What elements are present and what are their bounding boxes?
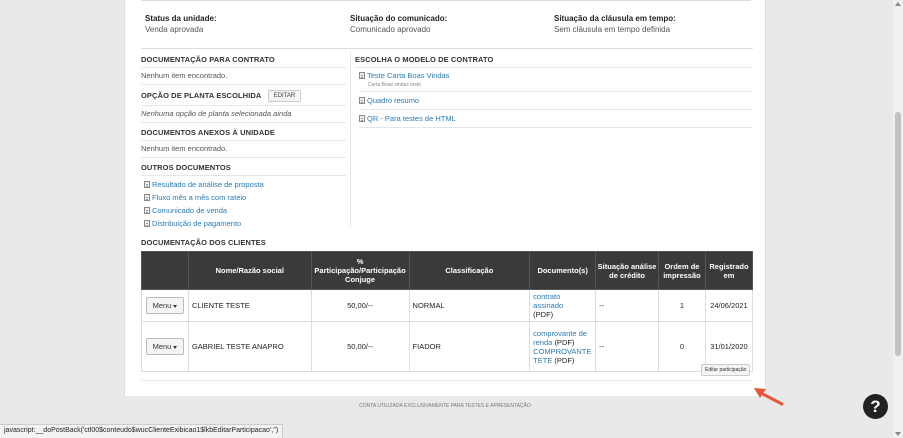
outros-doc-link[interactable]: Fluxo mês a mês com rateio (144, 193, 346, 202)
table-header: Nome/Razão social (187, 251, 312, 290)
outros-doc-link[interactable]: Comunicado de venda (144, 206, 346, 215)
document-link[interactable]: contrato assinado (533, 292, 563, 310)
status-clausula: Situação da cláusula em tempo: Sem cláus… (554, 14, 676, 34)
status-unidade-value: Venda aprovada (145, 25, 204, 34)
scroll-up-icon[interactable] (895, 2, 901, 6)
modelo-list: Teste Carta Boas Vindas Carta Boas vinda… (355, 71, 753, 128)
cell-documentos: comprovante de renda (PDF) COMPROVANTE TE… (529, 321, 597, 372)
editar-participacao-button[interactable]: Editar participação (701, 364, 751, 376)
cell-classificacao: NORMAL (408, 289, 531, 322)
clientes-table: Nome/Razão social % Participação/Partici… (141, 251, 754, 372)
status-comunicado: Situação do comunicado: Comunicado aprov… (350, 14, 447, 34)
table-row: Menu CLIENTE TESTE 50,00/-- NORMAL contr… (141, 289, 754, 322)
modelo-link[interactable]: QR - Para testes de HTML (359, 114, 753, 123)
cell-ordem: 1 (657, 289, 706, 322)
table-row: Menu GABRIEL TESTE ANAPRO 50,00/-- FIADO… (141, 321, 754, 372)
cell-participacao: 50,00/-- (310, 321, 410, 372)
modelo-note: Carta Boas vindas teste (368, 82, 422, 88)
cell-registrado: 24/06/2021 (704, 289, 754, 322)
planta-title: OPÇÃO DE PLANTA ESCOLHIDA (141, 91, 262, 101)
top-divider (141, 0, 751, 1)
scroll-thumb[interactable] (895, 112, 901, 356)
document-icon (359, 97, 365, 104)
left-column: DOCUMENTAÇÃO PARA CONTRATO Nenhum item e… (141, 55, 346, 232)
help-button[interactable]: ? (863, 394, 888, 419)
document-icon (359, 72, 365, 79)
cell-participacao: 50,00/-- (310, 289, 410, 322)
outros-list: Resultado de análise de proposta Fluxo m… (141, 180, 346, 228)
column-divider (350, 52, 351, 227)
document-icon (144, 220, 150, 227)
doc-contrato-empty: Nenhum item encontrado. (141, 71, 228, 80)
table-header: Classificação (408, 251, 531, 290)
editar-planta-button[interactable]: EDITAR (267, 90, 302, 102)
divider (141, 380, 753, 381)
anexos-empty: Nenhum item encontrado. (141, 144, 228, 153)
browser-status-bar: javascript:__doPostBack('ctl00$conteudo$… (0, 424, 284, 438)
planta-header: OPÇÃO DE PLANTA ESCOLHIDA EDITAR (141, 90, 346, 102)
document-icon (144, 181, 150, 188)
row-menu-button[interactable]: Menu (145, 338, 185, 355)
table-header: Registrado em (704, 251, 754, 290)
right-column: ESCOLHA O MODELO DE CONTRATO Teste Carta… (355, 55, 753, 132)
outros-doc-link[interactable]: Resultado de análise de proposta (144, 180, 346, 189)
modelo-title: ESCOLHA O MODELO DE CONTRATO (355, 55, 494, 64)
status-clausula-value: Sem cláusula em tempo definida (554, 25, 671, 34)
modelo-link[interactable]: Quadro resumo (359, 96, 753, 105)
row-menu-button[interactable]: Menu (145, 297, 185, 314)
table-header (141, 251, 189, 290)
planta-empty: Nenhuma opção de planta selecionada aind… (141, 109, 292, 118)
caret-down-icon (173, 304, 178, 308)
cell-situacao: -- (595, 289, 659, 322)
scroll-down-icon[interactable] (895, 432, 901, 436)
anexos-title: DOCUMENTOS ANEXOS À UNIDADE (141, 128, 275, 137)
status-comunicado-label: Situação do comunicado: (350, 14, 448, 23)
status-comunicado-value: Comunicado aprovado (350, 25, 431, 34)
document-icon (144, 194, 150, 201)
cell-situacao: -- (595, 321, 659, 372)
outros-doc-link[interactable]: Distribuição de pagamento (144, 219, 346, 228)
status-row: Status da unidade: Venda aprovada Situaç… (141, 14, 753, 44)
document-icon (359, 115, 365, 122)
cell-documentos: contrato assinado (PDF) (529, 289, 597, 322)
status-unidade: Status da unidade: Venda aprovada (145, 14, 217, 34)
document-icon (144, 207, 150, 214)
cell-classificacao: FIADOR (408, 321, 531, 372)
outros-title: OUTROS DOCUMENTOS (141, 163, 231, 172)
vertical-scrollbar[interactable] (893, 0, 903, 438)
modelo-link[interactable]: Teste Carta Boas Vindas (359, 71, 753, 80)
cell-nome: GABRIEL TESTE ANAPRO (187, 321, 312, 372)
doc-contrato-title: DOCUMENTAÇÃO PARA CONTRATO (141, 55, 275, 64)
cell-ordem: 0 (657, 321, 706, 372)
status-unidade-label: Status da unidade: (145, 14, 217, 23)
cell-nome: CLIENTE TESTE (187, 289, 312, 322)
caret-down-icon (173, 345, 178, 349)
table-header: Ordem de impressão (657, 251, 706, 290)
table-header: Documento(s) (529, 251, 597, 290)
footer-note: CONTA UTILIZADA EXCLUSIVAMENTE PARA TEST… (359, 403, 531, 409)
clientes-title: DOCUMENTAÇÃO DOS CLIENTES (141, 238, 266, 247)
divider (141, 48, 753, 49)
table-header: Situação análise de crédito (595, 251, 659, 290)
table-header: % Participação/Participação Conjuge (310, 251, 410, 290)
status-clausula-label: Situação da cláusula em tempo: (554, 14, 676, 23)
table-header-row: Nome/Razão social % Participação/Partici… (141, 251, 754, 290)
